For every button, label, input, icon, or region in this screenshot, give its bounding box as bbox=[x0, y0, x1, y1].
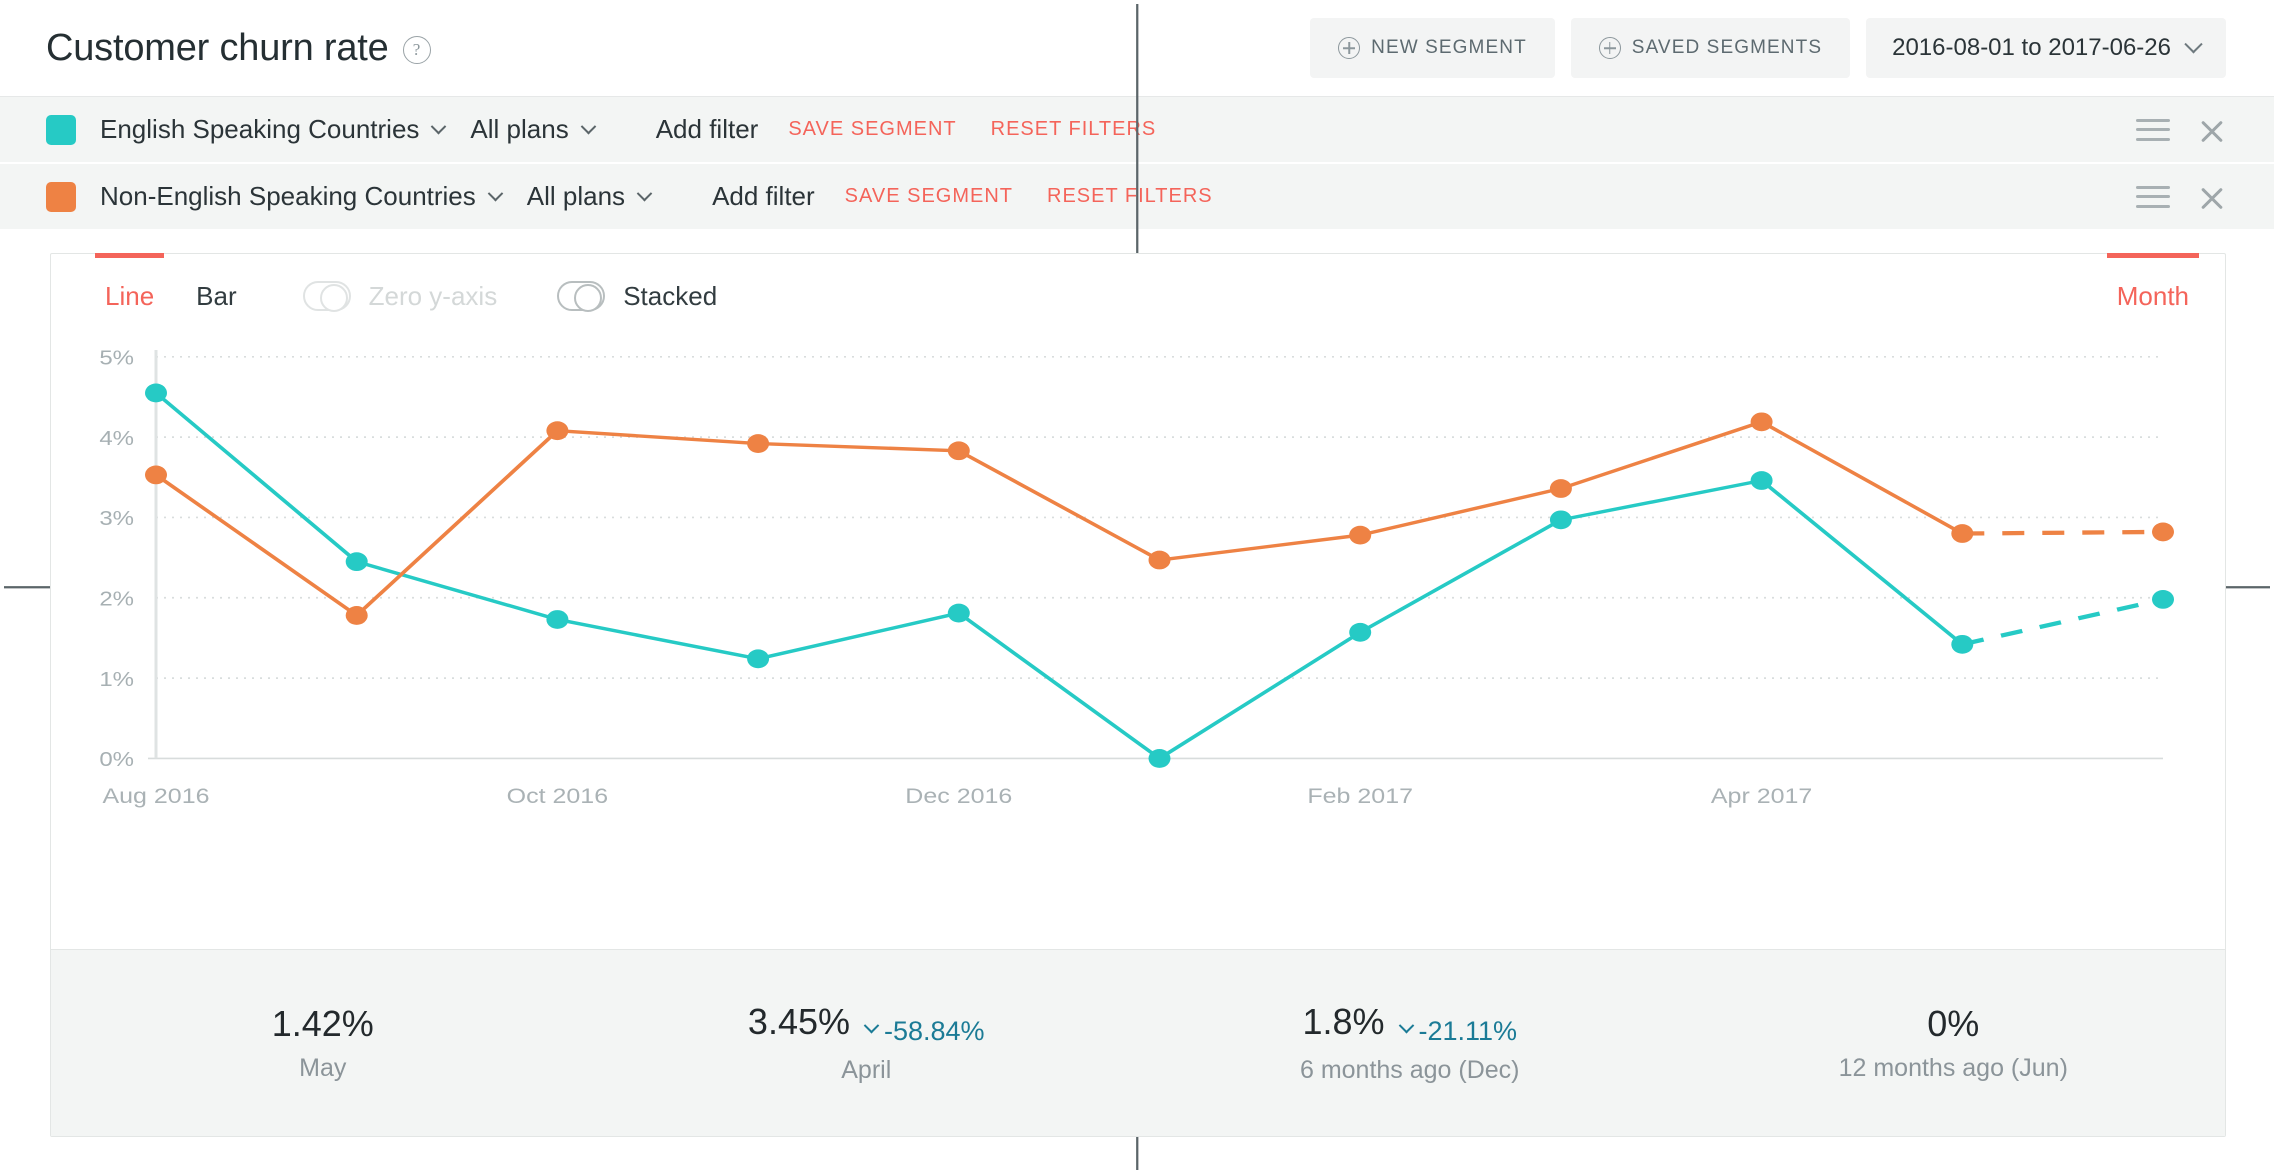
drag-handle-icon[interactable] bbox=[2136, 185, 2170, 208]
summary-label: April bbox=[841, 1055, 892, 1084]
svg-text:Oct 2016: Oct 2016 bbox=[507, 784, 608, 808]
summary-value: 0% bbox=[1927, 1003, 1980, 1044]
page-title-wrap: Customer churn rate ? bbox=[46, 27, 431, 70]
line-chart-svg[interactable]: 0% 1% 2% 3% 4% 5% Aug 2016 Oct 2016 Dec 2016 Feb … bbox=[51, 338, 2225, 949]
summary-cell: 1.8% -21.11% 6 months ago (Dec) bbox=[1138, 950, 1682, 1136]
segment-name[interactable]: English Speaking Countries bbox=[100, 114, 419, 145]
chart-toolbar: Line Bar Zero y-axis Stacked Month bbox=[51, 253, 2225, 338]
tab-line[interactable]: Line bbox=[95, 253, 165, 338]
summary-cell: 0% 12 months ago (Jun) bbox=[1682, 950, 2226, 1136]
close-icon[interactable] bbox=[2198, 116, 2226, 144]
summary-top: 1.8% -21.11% bbox=[1302, 1001, 1517, 1047]
summary-label: May bbox=[299, 1054, 347, 1082]
summary-value: 1.8% bbox=[1302, 1001, 1385, 1043]
chevron-down-icon bbox=[1398, 1018, 1414, 1034]
segment-name[interactable]: Non-English Speaking Countries bbox=[100, 181, 476, 212]
date-range-picker[interactable]: 2016-08-01 to 2017-06-26 bbox=[1866, 18, 2226, 78]
chevron-down-icon[interactable] bbox=[487, 185, 504, 202]
summary-cell: 3.45% -58.84% April bbox=[595, 950, 1139, 1136]
svg-text:Aug 2016: Aug 2016 bbox=[102, 784, 209, 808]
svg-text:1%: 1% bbox=[99, 667, 134, 690]
header-actions: NEW SEGMENT SAVED SEGMENTS 2016-08-01 to… bbox=[1310, 18, 2226, 78]
summary-value: 1.42% bbox=[271, 1003, 374, 1044]
summary-top: 1.42% bbox=[272, 1003, 374, 1045]
plus-circle-icon bbox=[676, 185, 700, 209]
svg-text:4%: 4% bbox=[99, 426, 134, 449]
summary-label: 12 months ago (Jun) bbox=[1838, 1054, 2068, 1082]
summary-delta: -58.84% bbox=[863, 1015, 985, 1047]
chevron-down-icon[interactable] bbox=[636, 185, 653, 202]
svg-text:Apr 2017: Apr 2017 bbox=[1711, 784, 1812, 808]
segment-color-swatch bbox=[46, 181, 76, 212]
save-segment-link[interactable]: SAVE SEGMENT bbox=[845, 185, 1013, 208]
zero-y-axis-label: Zero y-axis bbox=[368, 280, 498, 311]
reset-filters-link[interactable]: RESET FILTERS bbox=[991, 118, 1157, 141]
chevron-down-icon[interactable] bbox=[580, 118, 596, 135]
segment-color-swatch bbox=[46, 114, 76, 145]
chart-card: Line Bar Zero y-axis Stacked Month 0% 1% 2… bbox=[50, 253, 2226, 1137]
new-segment-label: NEW SEGMENT bbox=[1371, 37, 1527, 58]
summary-cell: 1.42% May bbox=[51, 950, 595, 1136]
segment-list: English Speaking Countries All plans Add… bbox=[0, 96, 2274, 231]
plus-circle-icon bbox=[1598, 37, 1621, 59]
plus-circle-icon bbox=[1338, 37, 1361, 59]
saved-segments-label: SAVED SEGMENTS bbox=[1631, 37, 1823, 58]
add-filter-button[interactable]: Add filter bbox=[676, 181, 815, 212]
chevron-down-icon bbox=[2184, 34, 2203, 53]
chevron-down-icon[interactable] bbox=[431, 118, 447, 135]
date-range-label: 2016-08-01 to 2017-06-26 bbox=[1892, 34, 2171, 61]
zero-y-axis-toggle[interactable]: Zero y-axis bbox=[302, 280, 498, 312]
svg-text:Dec 2016: Dec 2016 bbox=[905, 784, 1012, 808]
summary-delta: -21.11% bbox=[1398, 1015, 1518, 1047]
tab-bar[interactable]: Bar bbox=[186, 254, 246, 338]
svg-text:2%: 2% bbox=[99, 587, 134, 610]
summary-label: 6 months ago (Dec) bbox=[1299, 1055, 1520, 1084]
add-filter-label: Add filter bbox=[655, 114, 759, 144]
drag-handle-icon[interactable] bbox=[2136, 118, 2170, 141]
reset-filters-link[interactable]: RESET FILTERS bbox=[1047, 185, 1213, 208]
stacked-label: Stacked bbox=[623, 280, 718, 311]
question-mark-circle-icon[interactable]: ? bbox=[402, 36, 431, 64]
save-segment-link[interactable]: SAVE SEGMENT bbox=[788, 118, 956, 141]
toggle-switch bbox=[302, 281, 351, 312]
chevron-down-icon bbox=[863, 1018, 880, 1034]
add-filter-button[interactable]: Add filter bbox=[620, 114, 759, 145]
svg-text:3%: 3% bbox=[99, 507, 134, 530]
svg-text:Feb 2017: Feb 2017 bbox=[1307, 784, 1413, 808]
summary-top: 3.45% -58.84% bbox=[748, 1001, 985, 1047]
new-segment-button[interactable]: NEW SEGMENT bbox=[1310, 18, 1555, 78]
summary-value: 3.45% bbox=[747, 1001, 850, 1043]
summary-top: 0% bbox=[1927, 1003, 1979, 1045]
svg-text:5%: 5% bbox=[99, 346, 134, 369]
tab-month[interactable]: Month bbox=[2106, 253, 2200, 338]
page-title: Customer churn rate bbox=[46, 26, 389, 69]
plus-circle-icon bbox=[620, 118, 644, 142]
summary-delta-value: -58.84% bbox=[884, 1015, 985, 1046]
summary-footer: 1.42% May 3.45% -58.84% April 1.8% -21.1… bbox=[51, 949, 2225, 1136]
segment-row: Non-English Speaking Countries All plans… bbox=[0, 164, 2274, 231]
toggle-switch bbox=[557, 281, 606, 312]
saved-segments-button[interactable]: SAVED SEGMENTS bbox=[1570, 18, 1851, 78]
svg-text:0%: 0% bbox=[99, 748, 134, 771]
stacked-toggle[interactable]: Stacked bbox=[557, 281, 717, 312]
summary-delta-value: -21.11% bbox=[1418, 1015, 1518, 1046]
add-filter-label: Add filter bbox=[712, 181, 815, 211]
plot-area: 0% 1% 2% 3% 4% 5% Aug 2016 Oct 2016 Dec 2016 Feb … bbox=[51, 338, 2225, 949]
close-icon[interactable] bbox=[2198, 183, 2226, 211]
segment-plans[interactable]: All plans bbox=[470, 114, 568, 145]
segment-plans[interactable]: All plans bbox=[527, 181, 625, 212]
